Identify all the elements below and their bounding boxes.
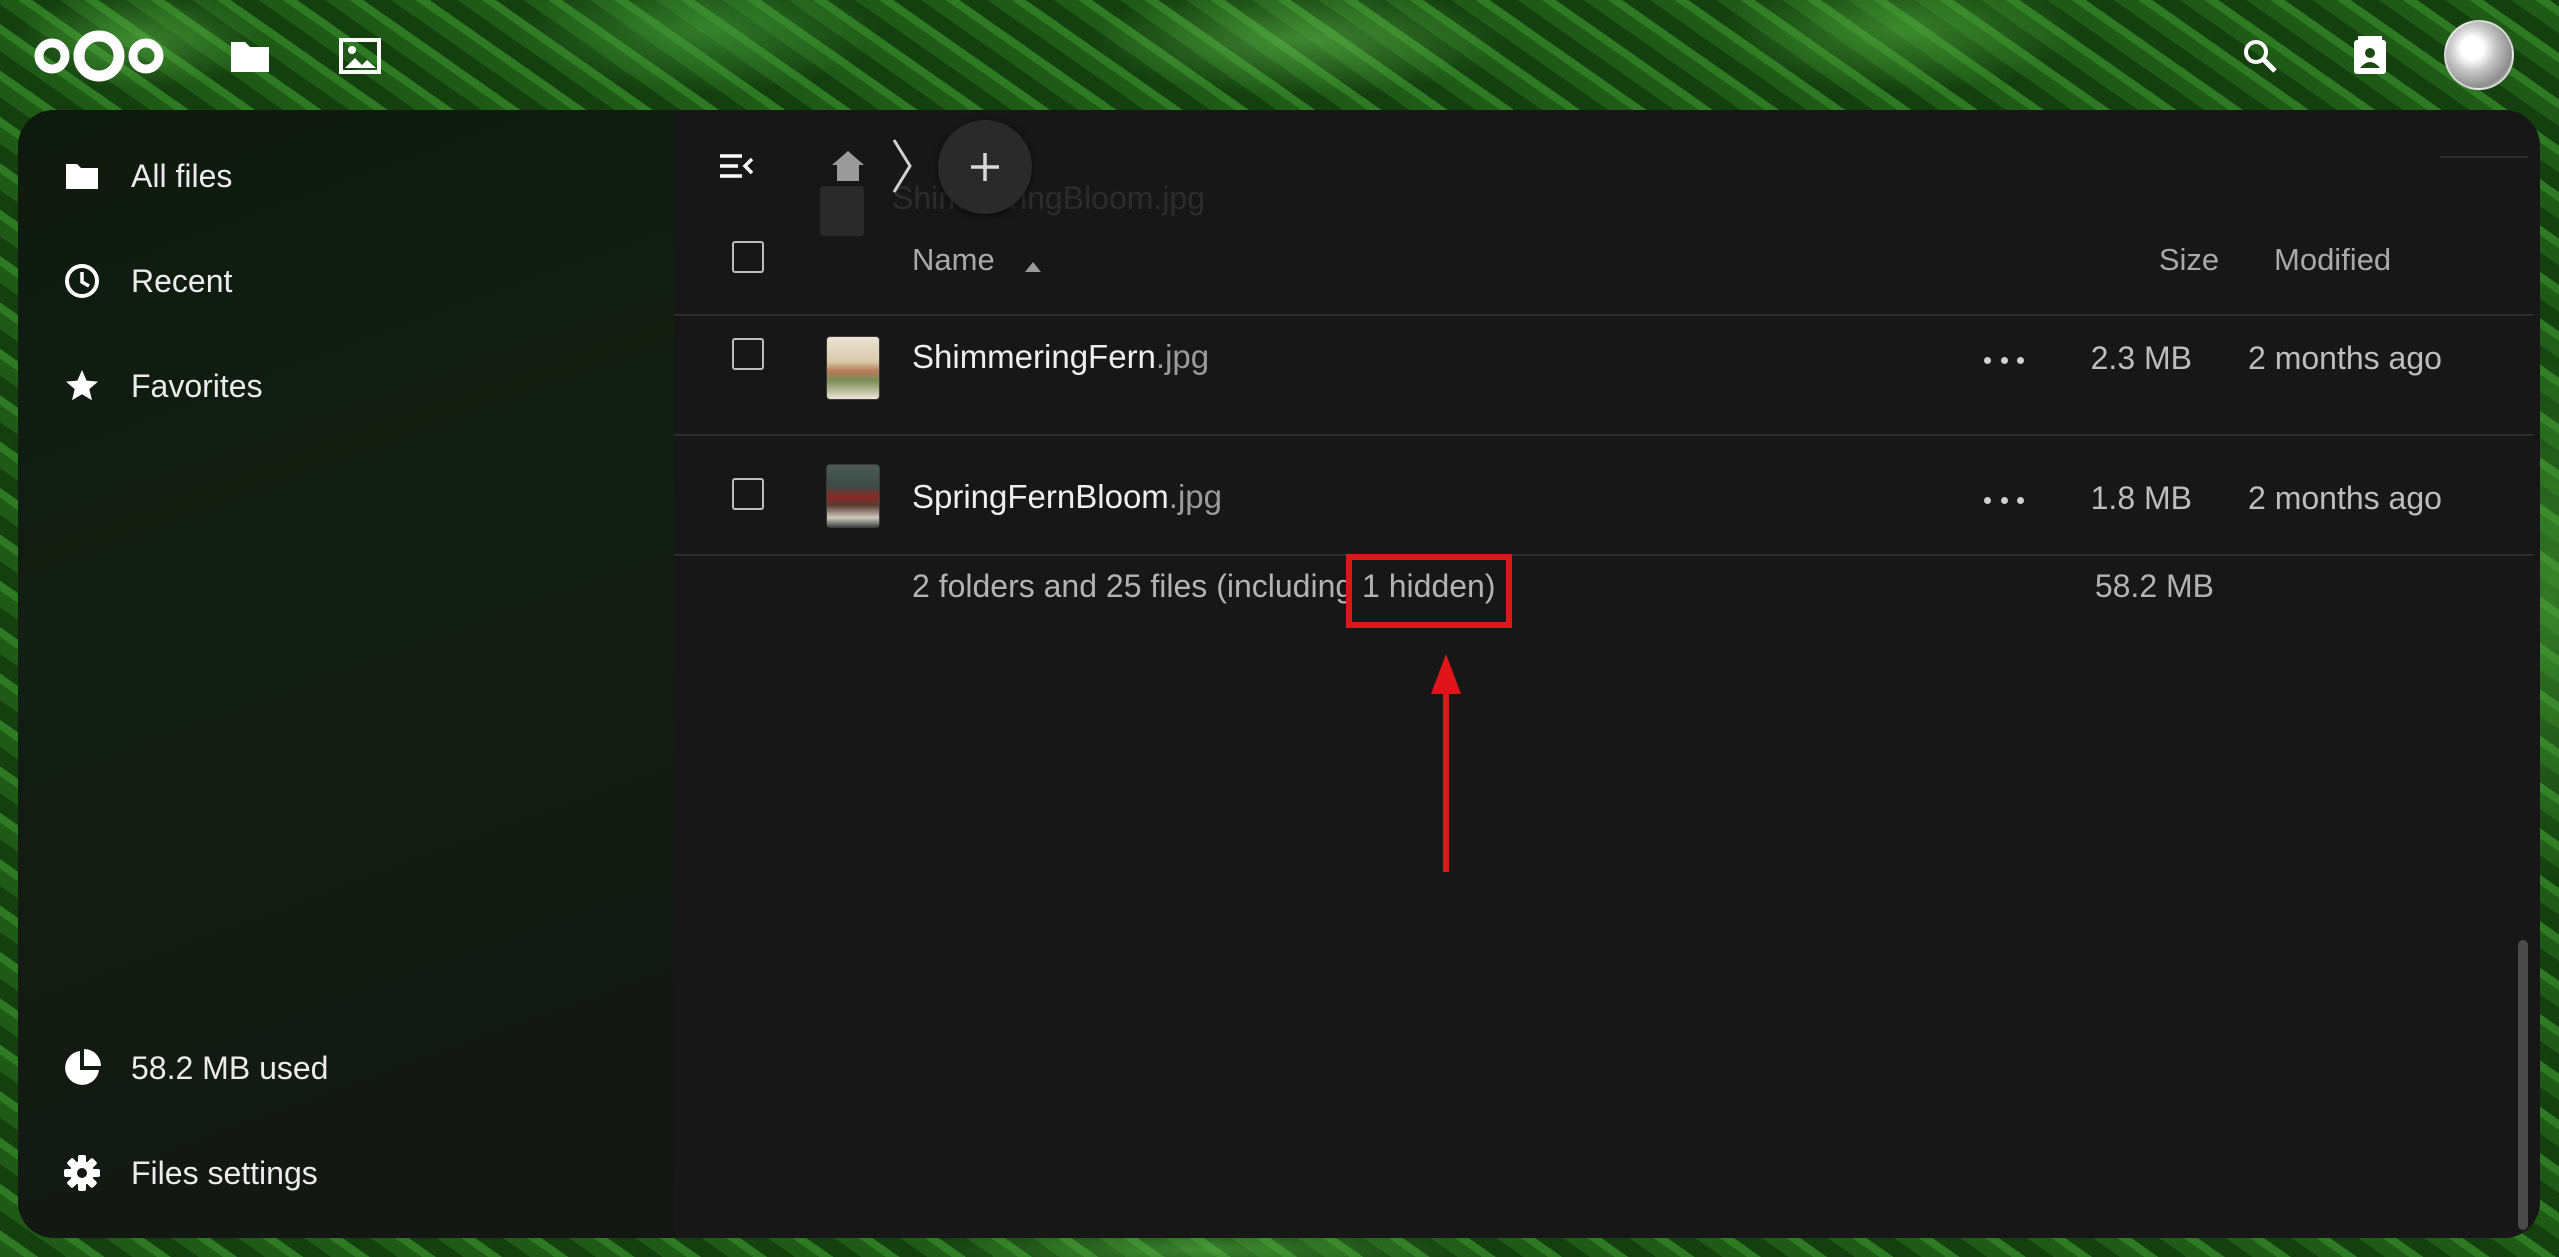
main-panel: All files Recent Favorites 58.2 MB used … <box>18 110 2540 1238</box>
sort-ascending-icon <box>1025 244 1042 280</box>
gear-icon <box>62 1153 102 1193</box>
size-column-header[interactable]: Size <box>2114 242 2264 278</box>
star-icon <box>62 366 102 406</box>
select-all-checkbox[interactable] <box>732 241 764 273</box>
files-settings-button[interactable]: Files settings <box>18 1133 674 1213</box>
files-settings-label: Files settings <box>131 1154 318 1191</box>
chevron-right-icon <box>890 138 914 194</box>
navigation-sidebar: All files Recent Favorites 58.2 MB used … <box>18 110 674 1238</box>
new-button[interactable] <box>938 120 1032 214</box>
home-icon[interactable] <box>828 146 868 186</box>
annotation-arrow <box>1443 682 1449 872</box>
user-avatar[interactable] <box>2444 20 2514 90</box>
total-size: 58.2 MB <box>2094 568 2214 604</box>
file-actions-menu[interactable] <box>1984 490 2024 510</box>
file-list-area: ShimmeringBloom.jpg Name Size Modified S… <box>674 110 2540 1238</box>
scrollbar[interactable] <box>2518 940 2528 1230</box>
photos-app-icon[interactable] <box>334 30 386 82</box>
row-checkbox[interactable] <box>732 338 764 370</box>
table-row[interactable]: ShimmeringFern.jpg 2.3 MB 2 months ago <box>674 316 2534 436</box>
row-checkbox[interactable] <box>732 478 764 510</box>
sidebar-item-label: All files <box>131 157 233 194</box>
files-toolbar <box>674 110 2540 226</box>
file-size: 2.3 MB <box>2090 340 2192 376</box>
storage-usage-label: 58.2 MB used <box>131 1049 329 1086</box>
name-column-header[interactable]: Name <box>912 242 1042 280</box>
sidebar-item-all-files[interactable]: All files <box>18 136 674 216</box>
nextcloud-logo[interactable] <box>32 30 166 82</box>
top-header <box>0 0 2559 108</box>
file-modified: 2 months ago <box>2248 480 2442 516</box>
file-actions-menu[interactable] <box>1984 350 2024 370</box>
modified-column-header[interactable]: Modified <box>2274 242 2391 278</box>
file-name[interactable]: ShimmeringFern.jpg <box>912 338 1209 376</box>
sidebar-item-label: Recent <box>131 262 233 299</box>
plus-icon <box>971 153 999 181</box>
file-thumbnail <box>826 464 880 528</box>
file-size: 1.8 MB <box>2090 480 2192 516</box>
storage-usage[interactable]: 58.2 MB used <box>18 1028 674 1108</box>
search-icon[interactable] <box>2234 30 2286 82</box>
name-header-label: Name <box>912 242 995 277</box>
pie-chart-icon <box>62 1048 102 1088</box>
sidebar-item-label: Favorites <box>131 367 263 404</box>
sidebar-toggle-icon[interactable] <box>716 146 756 186</box>
annotation-highlight-box <box>1346 554 1512 628</box>
files-app-icon[interactable] <box>224 30 276 82</box>
file-modified: 2 months ago <box>2248 340 2442 376</box>
file-thumbnail <box>826 336 880 400</box>
sidebar-item-recent[interactable]: Recent <box>18 241 674 321</box>
clock-icon <box>62 261 102 301</box>
folder-icon <box>62 156 102 196</box>
table-row[interactable]: SpringFernBloom.jpg 1.8 MB 2 months ago <box>674 436 2534 556</box>
sidebar-item-favorites[interactable]: Favorites <box>18 346 674 426</box>
contacts-icon[interactable] <box>2344 30 2396 82</box>
file-name[interactable]: SpringFernBloom.jpg <box>912 478 1222 516</box>
